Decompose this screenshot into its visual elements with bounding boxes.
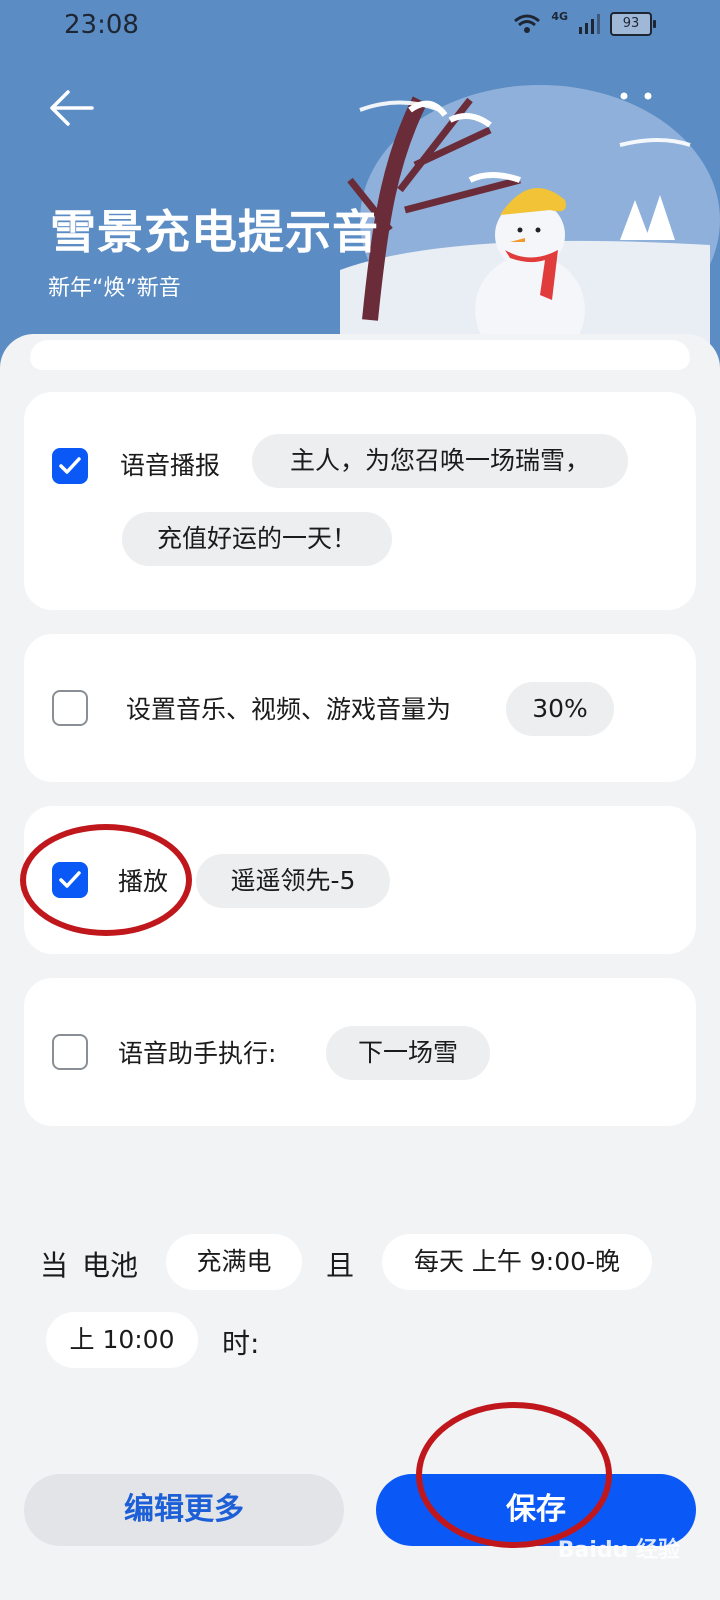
voice-text-line2[interactable]: 充值好运的一天！ bbox=[122, 512, 392, 566]
action-card-voice: 语音播报 主人，为您召唤一场瑞雪， 充值好运的一天！ bbox=[24, 392, 696, 610]
sheet-top-card bbox=[30, 340, 690, 370]
time-range-pill-a[interactable]: 每天 上午 9:00-晚 bbox=[382, 1234, 652, 1290]
voice-checkbox[interactable] bbox=[52, 448, 88, 484]
network-type: 4G bbox=[551, 9, 568, 23]
volume-label: 设置音乐、视频、游戏音量为 bbox=[126, 695, 452, 724]
battery-state-pill[interactable]: 充满电 bbox=[166, 1234, 302, 1290]
time-range-pill-b[interactable]: 上 10:00 bbox=[46, 1312, 198, 1368]
voice-label: 语音播报 bbox=[120, 451, 221, 480]
signal-icon bbox=[579, 14, 600, 34]
battery-icon: 93 bbox=[610, 12, 656, 36]
volume-value[interactable]: 30% bbox=[506, 682, 614, 736]
snow-scene-illustration bbox=[340, 85, 720, 350]
page-subtitle: 新年“焕”新音 bbox=[48, 276, 181, 301]
play-value[interactable]: 遥遥领先-5 bbox=[196, 854, 390, 908]
condition-and: 且 bbox=[326, 1249, 355, 1282]
assistant-label: 语音助手执行: bbox=[118, 1039, 277, 1068]
voice-text-line1[interactable]: 主人，为您召唤一场瑞雪， bbox=[252, 434, 628, 488]
condition-when: 当 bbox=[40, 1249, 69, 1282]
action-card-assistant: 语音助手执行: 下一场雪 bbox=[24, 978, 696, 1126]
assistant-checkbox[interactable] bbox=[52, 1034, 88, 1070]
status-time: 23:08 bbox=[64, 10, 139, 40]
condition-suffix: 时: bbox=[222, 1327, 260, 1360]
status-bar: 23:08 4G 93 bbox=[0, 0, 720, 52]
condition-battery: 电池 bbox=[82, 1249, 139, 1282]
back-arrow-icon[interactable] bbox=[48, 84, 96, 132]
action-card-volume: 设置音乐、视频、游戏音量为 30% bbox=[24, 634, 696, 782]
watermark: Baidu 经验 bbox=[557, 1538, 680, 1563]
edit-more-button[interactable]: 编辑更多 bbox=[24, 1474, 344, 1546]
battery-level: 93 bbox=[622, 16, 640, 31]
annotation-circle-play bbox=[20, 824, 192, 936]
assistant-value[interactable]: 下一场雪 bbox=[326, 1026, 490, 1080]
wifi-icon bbox=[514, 14, 541, 33]
annotation-circle-save bbox=[416, 1402, 612, 1548]
volume-checkbox[interactable] bbox=[52, 690, 88, 726]
checkmark-icon bbox=[59, 457, 81, 474]
page-title: 雪景充电提示音 bbox=[50, 205, 379, 259]
